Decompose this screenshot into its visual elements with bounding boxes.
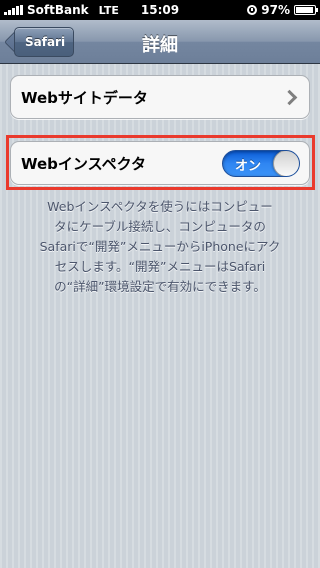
status-bar: SoftBank LTE 15:09 97% bbox=[0, 0, 320, 20]
page-title: 詳細 bbox=[142, 35, 178, 56]
battery-icon bbox=[294, 5, 318, 15]
battery-fill bbox=[296, 7, 314, 13]
status-right: 97% bbox=[247, 3, 318, 17]
rotation-lock-icon bbox=[247, 5, 258, 15]
website-data-label: Webサイトデータ bbox=[21, 89, 148, 107]
footer-description: Webインスペクタを使うにはコンピュー タにケーブル接続し、コンピュータの Sa… bbox=[16, 197, 304, 297]
footer-line: セスします。“開発”メニューはSafari bbox=[54, 259, 266, 274]
footer-line: タにケーブル接続し、コンピュータの bbox=[54, 219, 266, 234]
footer-line: Webインスペクタを使うにはコンピュー bbox=[47, 199, 273, 214]
footer-line: Safariで“開発”メニューからiPhoneにアク bbox=[39, 239, 281, 254]
highlight-annotation bbox=[6, 135, 315, 190]
footer-line: の“詳細”環境設定で有効にできます。 bbox=[54, 279, 266, 294]
website-data-row[interactable]: Webサイトデータ bbox=[10, 75, 310, 119]
navigation-bar: Safari 詳細 bbox=[0, 20, 320, 64]
chevron-right-icon bbox=[281, 89, 298, 106]
battery-percent: 97% bbox=[261, 3, 290, 17]
